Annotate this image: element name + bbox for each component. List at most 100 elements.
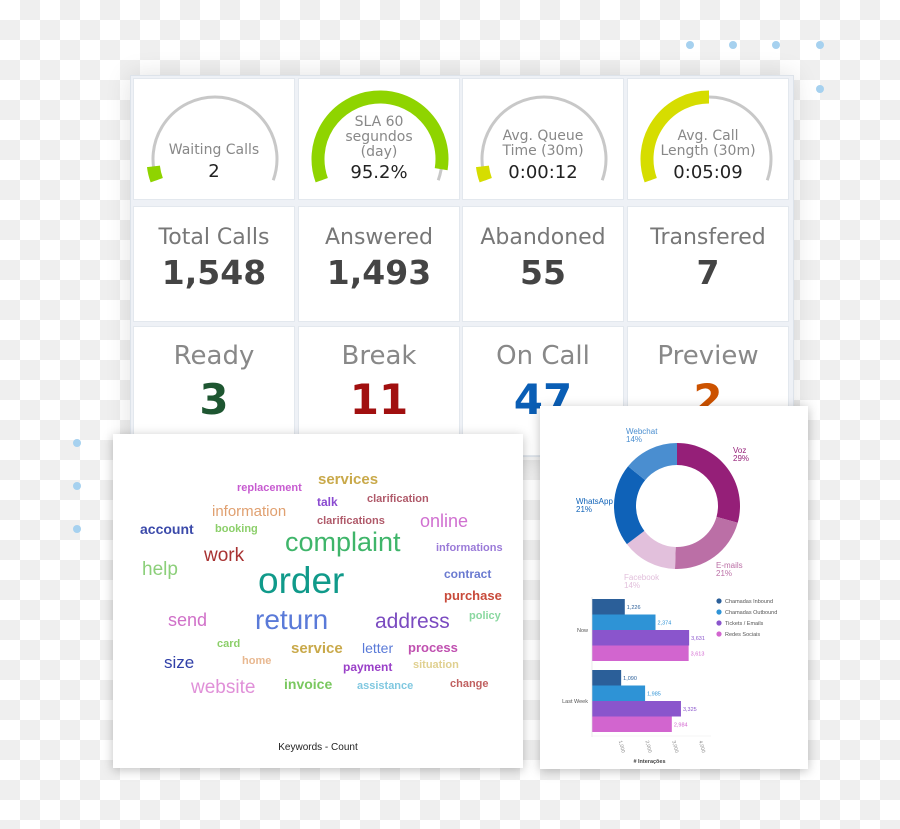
- stat-label: Abandoned: [480, 225, 606, 250]
- bar-value-label: 2,984: [674, 722, 688, 728]
- x-tick-label: 4,000: [697, 740, 706, 754]
- keyword-purchase: purchase: [444, 588, 502, 603]
- decorative-dot: [816, 41, 824, 49]
- decorative-dot: [73, 482, 81, 490]
- keyword-complaint: complaint: [285, 527, 401, 557]
- keyword-services: services: [318, 471, 379, 488]
- gauge-label-line: Length (30m): [660, 143, 756, 159]
- stat-tile: Total Calls 1,548: [133, 206, 295, 322]
- agent-status-label: Ready: [173, 341, 255, 371]
- stat-label: Total Calls: [158, 225, 270, 250]
- agent-status-label: Break: [341, 341, 417, 371]
- decorative-dot: [772, 41, 780, 49]
- keyword-change: change: [450, 678, 489, 690]
- keyword-informations: informations: [436, 542, 503, 554]
- gauge-value: 2: [208, 161, 220, 182]
- legend-swatch: [716, 620, 722, 626]
- bar: [592, 701, 681, 717]
- keyword-address: address: [375, 610, 450, 633]
- keyword-order: order: [258, 560, 345, 601]
- keyword-invoice: invoice: [284, 676, 333, 692]
- agent-status-count: 11: [349, 375, 409, 424]
- keyword-policy: policy: [469, 610, 501, 622]
- legend-swatch: [716, 598, 722, 604]
- channel-charts-card: Voz 29% E-mails 21% Facebook 14% WhatsApp 21% We…: [540, 406, 808, 769]
- agent-status-count: 3: [199, 375, 229, 424]
- gauge-label-line: Avg. Queue: [502, 128, 584, 144]
- legend-label: Tickets / Emails: [725, 621, 764, 627]
- keyword-letter: letter: [362, 640, 394, 656]
- interactions-bar-chart: 1,226 2,374 3,631 3,613 Now 1,090 1,985 3,325 2,…: [562, 597, 777, 765]
- bar: [592, 630, 690, 646]
- keyword-service: service: [291, 640, 343, 657]
- stat-value: 55: [520, 253, 566, 292]
- keyword-booking: booking: [215, 523, 258, 535]
- donut-percent: 21%: [576, 505, 592, 514]
- bar: [592, 716, 672, 732]
- donut-slice-voz: [677, 443, 740, 523]
- keyword-clarification: clarification: [367, 493, 429, 505]
- keyword-return: return: [255, 604, 329, 635]
- keyword-size: size: [164, 653, 195, 672]
- x-tick-label: 2,000: [644, 740, 653, 754]
- stat-value: 1,493: [326, 253, 432, 292]
- keyword-cloud-card: Keywords - Count services replacement talk…: [113, 434, 523, 768]
- bar-value-label: 1,985: [647, 691, 661, 697]
- keyword-situation: situation: [413, 659, 459, 671]
- keyword-home: home: [242, 655, 272, 667]
- bar-category-label: Now: [577, 628, 588, 634]
- bar: [592, 670, 622, 686]
- gauge-label-line: segundos: [345, 129, 413, 145]
- stat-tile: Transfered 7: [627, 206, 789, 322]
- keyword-website: website: [191, 677, 256, 698]
- keyword-process: process: [408, 640, 458, 655]
- dashboard-panel: Waiting Calls 2 SLA 60 segundos (day) 95.2% Av…: [130, 75, 794, 457]
- stat-label: Transfered: [650, 225, 766, 250]
- gauge-label-line: Waiting Calls: [168, 142, 260, 158]
- keyword-assistance: assistance: [357, 680, 414, 692]
- stat-tile: Answered 1,493: [298, 206, 460, 322]
- keyword-online: online: [420, 511, 469, 531]
- gauge-label-line: Time (30m): [502, 143, 584, 159]
- keyword-work: work: [204, 545, 245, 566]
- bar-category-label: Last Week: [562, 699, 588, 705]
- legend-label: Chamadas Inbound: [725, 599, 773, 605]
- bar: [592, 685, 646, 701]
- donut-percent: 29%: [733, 454, 749, 463]
- decorative-dot: [73, 525, 81, 533]
- gauge-label-line: (day): [360, 144, 398, 160]
- keyword-account: account: [140, 521, 194, 537]
- keyword-payment: payment: [343, 660, 393, 674]
- gauge-tile: Avg. Queue Time (30m) 0:00:12: [462, 78, 624, 200]
- donut-percent: 14%: [626, 435, 642, 444]
- stat-value: 7: [696, 253, 720, 292]
- gauge-label: SLA 60 segundos (day): [299, 115, 459, 160]
- gauge-label-line: SLA 60: [354, 114, 404, 130]
- keyword-replacement: replacement: [237, 482, 302, 494]
- gauge-label: Avg. Queue Time (30m): [463, 129, 623, 159]
- x-tick-label: 3,000: [670, 740, 679, 754]
- channel-donut-chart: Voz29%E-mails21%Facebook14%WhatsApp21%We…: [576, 427, 749, 590]
- decorative-dot: [729, 41, 737, 49]
- keyword-help: help: [142, 559, 178, 580]
- donut-percent: 14%: [624, 581, 640, 590]
- stat-value: 1,548: [161, 253, 267, 292]
- stat-tile: Abandoned 55: [462, 206, 624, 322]
- gauge-label-line: Avg. Call: [677, 128, 739, 144]
- x-axis-title: # Interações: [633, 759, 665, 765]
- bar-value-label: 2,374: [658, 620, 672, 626]
- legend-swatch: [716, 631, 722, 637]
- bar: [592, 599, 625, 615]
- keyword-clarifications: clarifications: [317, 515, 385, 527]
- decorative-dot: [686, 41, 694, 49]
- agent-status-label: On Call: [496, 341, 590, 371]
- keyword-card: card: [217, 638, 241, 650]
- gauge-tile: Avg. Call Length (30m) 0:05:09: [627, 78, 789, 200]
- keyword-contract: contract: [444, 567, 492, 581]
- gauge-value: 0:05:09: [673, 162, 743, 183]
- decorative-dot: [816, 85, 824, 93]
- gauge-label: Avg. Call Length (30m): [628, 129, 788, 159]
- gauge-value: 0:00:12: [508, 162, 578, 183]
- x-tick-label: 1,000: [617, 740, 626, 754]
- stat-label: Answered: [324, 225, 434, 250]
